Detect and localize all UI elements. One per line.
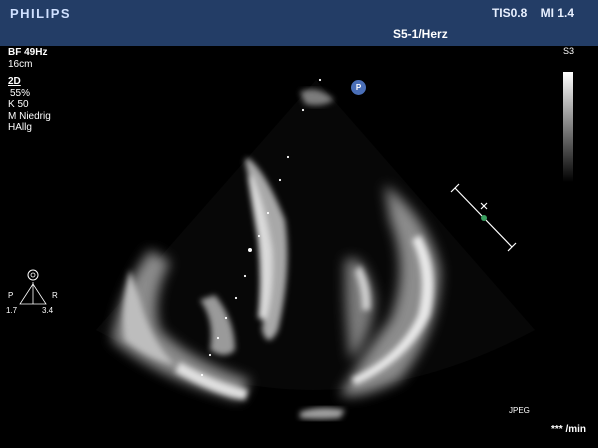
basal-echo: [300, 407, 345, 419]
brand-logo: PHILIPS: [10, 6, 72, 21]
heart-rate-readout: *** /min: [551, 424, 587, 435]
probe-preset-label: S5-1/Herz: [393, 27, 448, 41]
mi-readout: MI 1.4: [540, 6, 574, 20]
tis-readout: TIS0.8: [491, 6, 528, 20]
caliper-dot: [481, 215, 487, 221]
probe-orientation-marker: P: [351, 80, 366, 95]
orientation-icon: P R 1.7 3.4: [4, 268, 62, 318]
orientation-right-value: 3.4: [42, 306, 54, 315]
acoustic-indices: TIS0.8 MI 1.4: [482, 6, 574, 20]
top-banner: PHILIPS TIS0.8 MI 1.4 S5-1/Herz: [0, 0, 598, 46]
orientation-left-value: 1.7: [6, 306, 18, 315]
orientation-left-label: P: [8, 291, 14, 300]
orientation-right-label: R: [52, 291, 58, 300]
format-label: JPEG: [509, 406, 530, 415]
ultrasound-image: [96, 78, 535, 419]
